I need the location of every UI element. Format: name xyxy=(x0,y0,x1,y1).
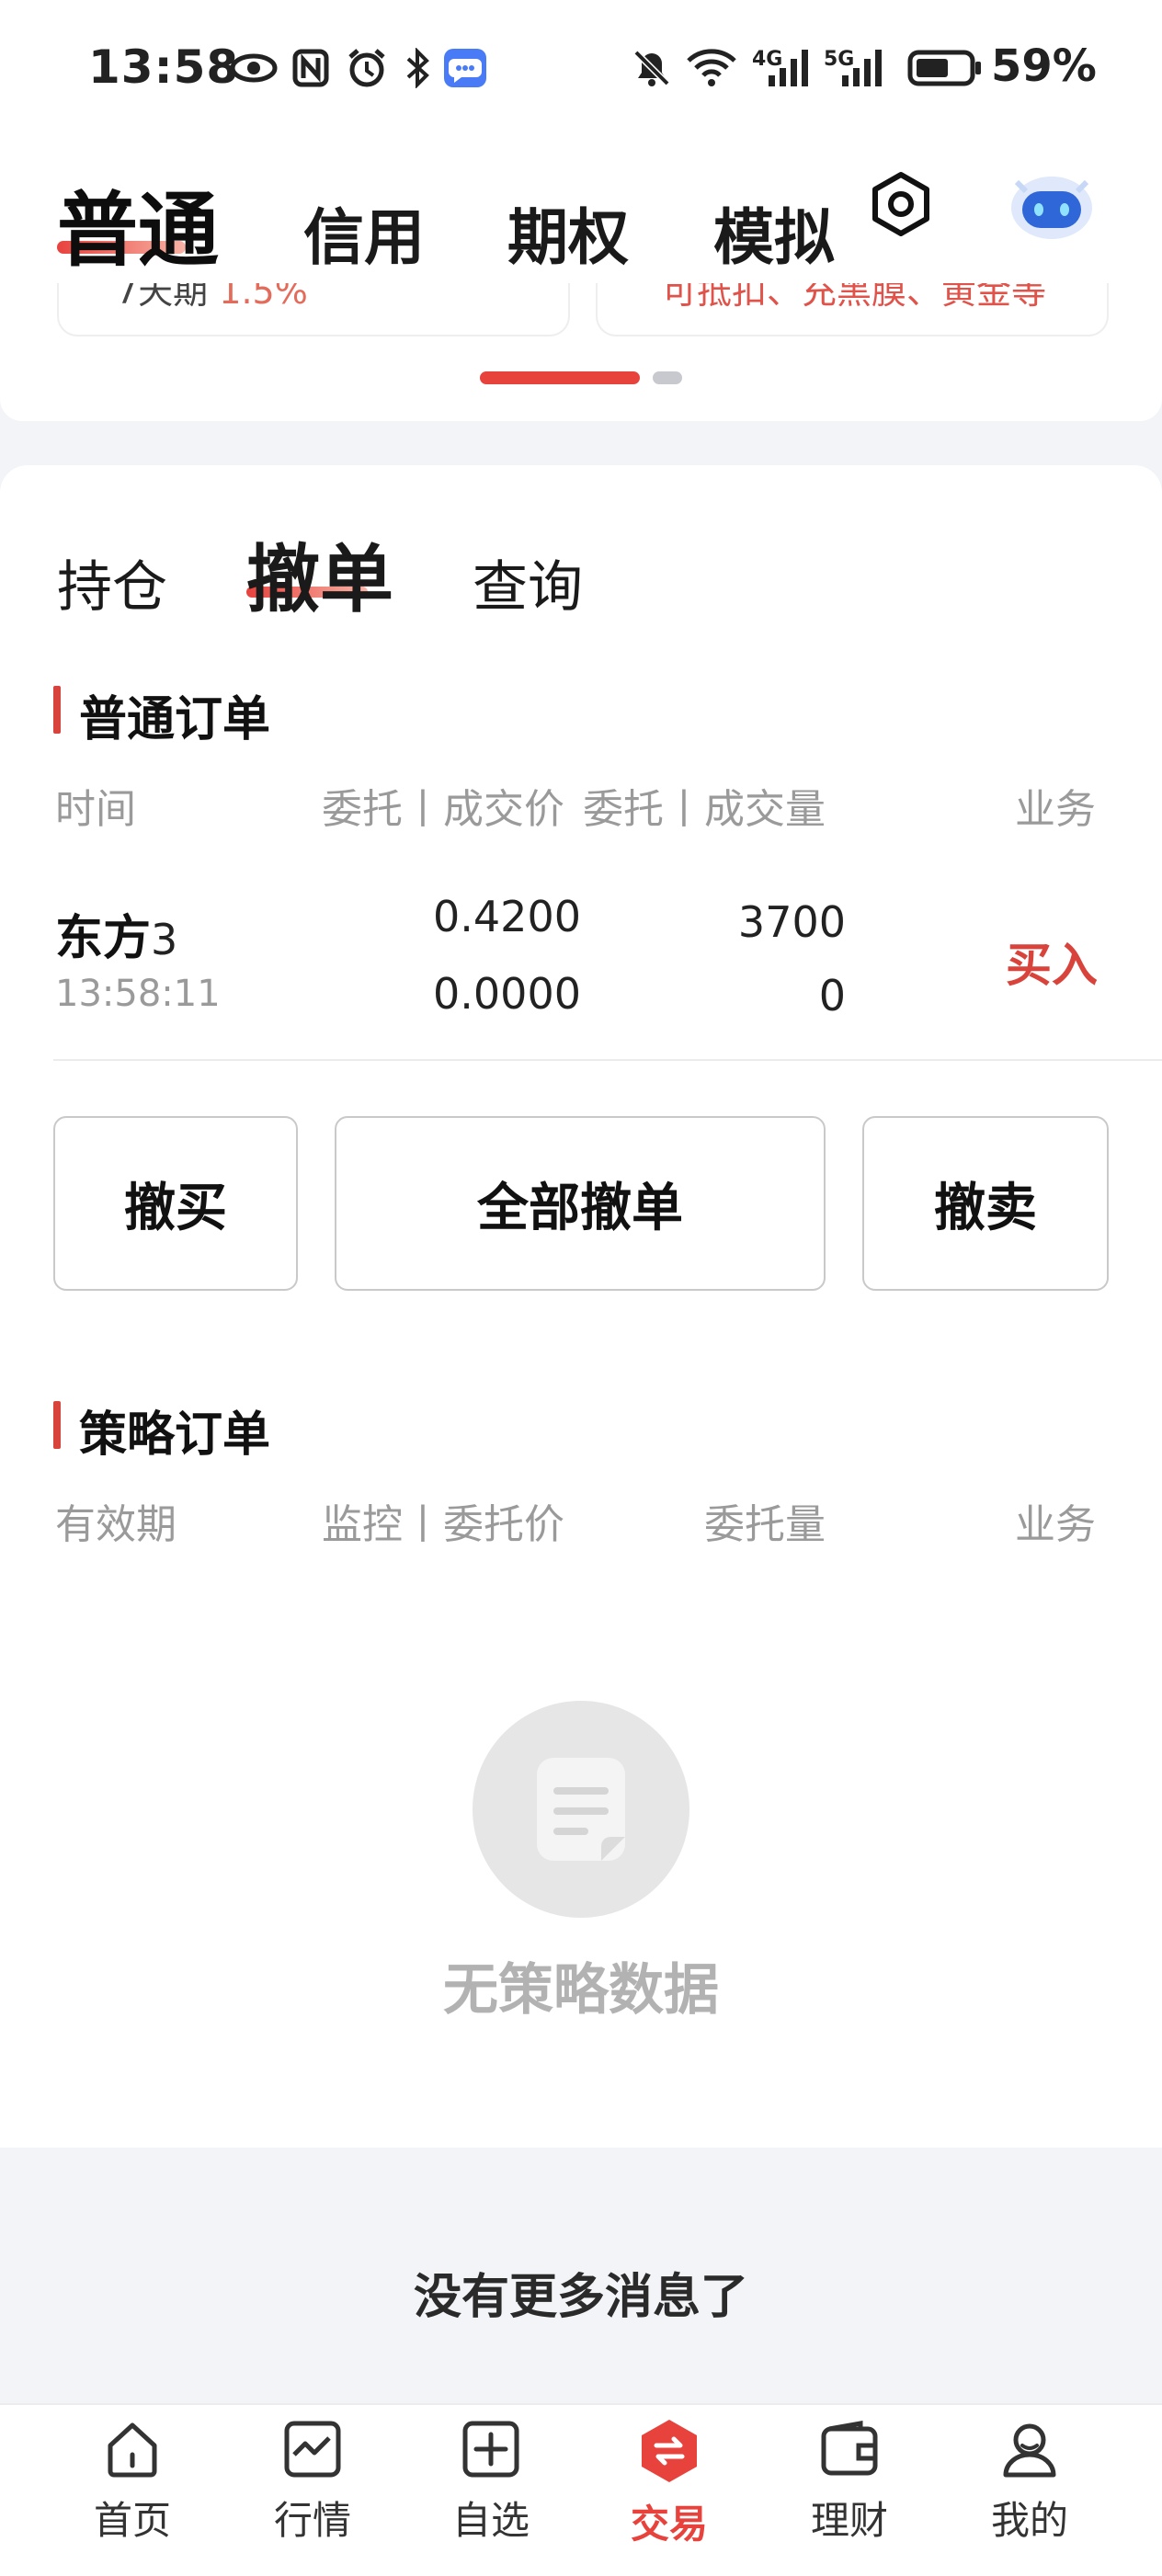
tab-normal[interactable]: 普通 xyxy=(57,165,219,282)
nav-watchlist-label: 自选 xyxy=(451,2498,530,2543)
row-divider xyxy=(53,1059,1162,1061)
robot-assistant-icon[interactable] xyxy=(1004,164,1099,243)
column-order-qty: 委托量 xyxy=(704,1501,826,1548)
carousel-indicator xyxy=(653,371,682,384)
subtab-cancel-order[interactable]: 撤单 xyxy=(246,520,393,627)
no-more-messages: 没有更多消息了 xyxy=(413,2270,748,2325)
banner-card-left[interactable]: 7天期 1.5% xyxy=(57,283,570,336)
subtab-positions[interactable]: 持仓 xyxy=(57,542,167,622)
signal-4g-icon xyxy=(765,48,815,88)
column-order-deal-price: 委托丨成交价 xyxy=(322,786,564,833)
battery-icon xyxy=(906,48,984,88)
stock-name-text: 东方 xyxy=(55,911,152,966)
nav-home-label: 首页 xyxy=(93,2498,171,2543)
cancel-sell-button[interactable]: 撤卖 xyxy=(862,1116,1109,1291)
settings-icon[interactable] xyxy=(866,169,936,239)
banner-card-right[interactable]: 可抵扣、充黑膜、黄金等 xyxy=(596,283,1109,336)
tab-simulation[interactable]: 模拟 xyxy=(713,188,835,277)
exchange-icon xyxy=(642,2420,697,2482)
eye-icon xyxy=(228,48,279,88)
empty-strategy-text: 无策略数据 xyxy=(443,1958,719,2023)
profile-icon xyxy=(1003,2423,1056,2478)
section-marker xyxy=(53,1401,61,1449)
order-time: 13:58:11 xyxy=(55,973,221,1015)
nav-watchlist[interactable]: 自选 xyxy=(408,2418,574,2565)
alarm-icon xyxy=(344,48,390,88)
nav-profile[interactable]: 我的 xyxy=(947,2418,1112,2565)
order-stock-name: 东方3 xyxy=(55,899,177,968)
status-time: 13:58 xyxy=(88,40,240,94)
cancel-buy-button[interactable]: 撤买 xyxy=(53,1116,298,1291)
order-action-buy: 买入 xyxy=(1006,939,1098,992)
column-monitor-price: 监控丨委托价 xyxy=(322,1501,564,1548)
stock-name-suffix: 3 xyxy=(151,915,178,964)
carousel-indicator-active xyxy=(480,371,640,384)
order-qty: 3700 xyxy=(737,897,846,947)
nav-home[interactable]: 首页 xyxy=(50,2418,215,2565)
mute-icon xyxy=(629,48,675,88)
nav-trade[interactable]: 交易 xyxy=(587,2418,752,2565)
tab-credit[interactable]: 信用 xyxy=(303,188,425,277)
column-time: 时间 xyxy=(55,786,136,833)
cancel-all-button[interactable]: 全部撤单 xyxy=(335,1116,826,1291)
banner-card-right-text: 可抵扣、充黑膜、黄金等 xyxy=(662,283,1047,312)
nav-wealth-label: 理财 xyxy=(810,2498,888,2543)
column-business: 业务 xyxy=(1015,1501,1096,1548)
subtab-query[interactable]: 查询 xyxy=(473,542,583,622)
banner-card-left-rate: 1.5% xyxy=(219,283,308,312)
nav-trade-label: 交易 xyxy=(630,2502,708,2547)
nav-wealth[interactable]: 理财 xyxy=(767,2418,932,2565)
deal-qty: 0 xyxy=(818,971,846,1020)
tab-options[interactable]: 期权 xyxy=(507,188,629,277)
wallet-icon xyxy=(821,2421,878,2476)
message-app-icon xyxy=(441,48,489,88)
add-square-icon xyxy=(462,2421,519,2478)
battery-percent: 59% xyxy=(991,40,1097,92)
order-price: 0.4200 xyxy=(433,892,581,941)
strategy-orders-title: 策略订单 xyxy=(79,1408,271,1463)
normal-orders-title: 普通订单 xyxy=(79,692,271,747)
nav-market[interactable]: 行情 xyxy=(230,2418,395,2565)
column-validity: 有效期 xyxy=(55,1501,177,1548)
nav-market-label: 行情 xyxy=(273,2498,351,2543)
signal-5g-icon xyxy=(838,48,888,88)
section-marker xyxy=(53,686,61,734)
nfc-icon xyxy=(290,48,331,88)
banner-card-left-text: 7天期 xyxy=(116,283,209,312)
nav-profile-label: 我的 xyxy=(990,2498,1068,2543)
bluetooth-icon xyxy=(399,48,436,88)
empty-document-icon xyxy=(473,1701,689,1918)
column-order-deal-qty: 委托丨成交量 xyxy=(583,786,826,833)
wifi-icon xyxy=(684,48,739,88)
column-business: 业务 xyxy=(1015,786,1096,833)
deal-price: 0.0000 xyxy=(433,969,581,1019)
home-icon xyxy=(108,2422,157,2478)
chart-icon xyxy=(284,2421,341,2478)
